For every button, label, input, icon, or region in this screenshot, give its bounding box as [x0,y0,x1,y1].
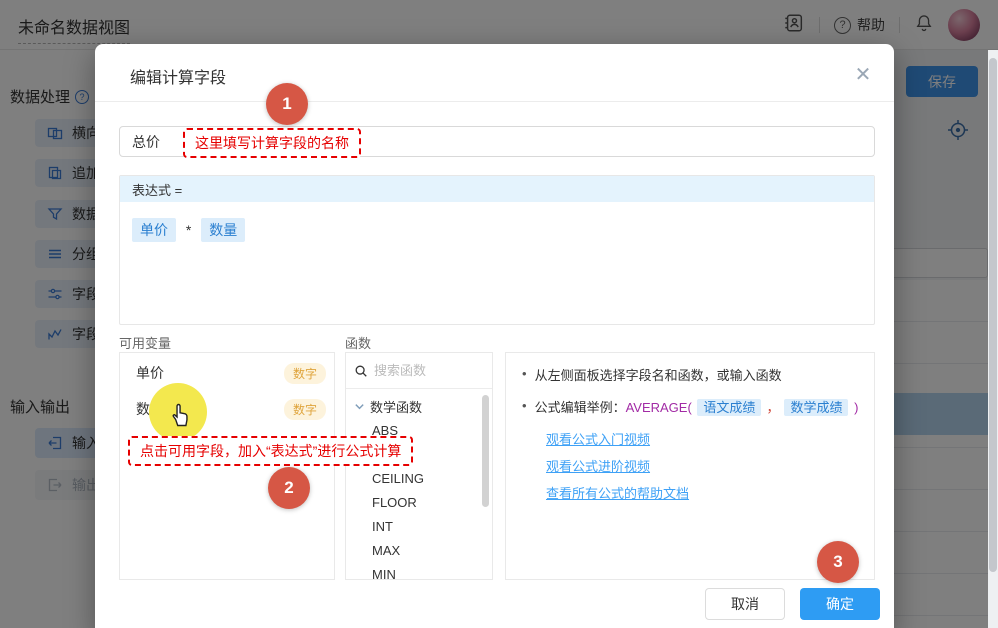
scrollbar-thumb[interactable] [989,58,997,572]
expression-operator: * [186,222,191,238]
step-annotation-1: 这里填写计算字段的名称 [183,128,361,158]
function-item-floor[interactable]: FLOOR [372,495,417,515]
page-scrollbar[interactable] [988,50,998,628]
expression-body[interactable]: 单价 * 数量 [120,202,874,258]
chevron-down-icon [354,401,365,412]
bullet-icon: • [522,397,527,415]
example-field-chip: 数学成绩 [784,399,848,416]
cancel-button[interactable]: 取消 [705,588,785,620]
type-badge: 数字 [284,399,326,420]
divider [95,101,894,102]
function-group-math[interactable]: 数学函数 [354,397,422,416]
step-badge-1: 1 [266,83,308,125]
help-panel: • 从左侧面板选择字段名和函数，或输入函数 • 公式编辑举例：AVERAGE( … [505,352,875,580]
step-annotation-2: 点击可用字段，加入“表达式”进行公式计算 [128,436,413,466]
example-function-name: AVERAGE( [626,400,692,415]
bullet-icon: • [522,365,527,383]
link-formula-docs[interactable]: 查看所有公式的帮助文档 [546,483,689,502]
edit-calculated-field-dialog: 编辑计算字段 ✕ 表达式 = 单价 * 数量 可用变量 单价 数字 数量 数字 [95,44,894,628]
expression-editor[interactable]: 表达式 = 单价 * 数量 [119,175,875,325]
variables-label: 可用变量 [119,333,171,352]
expression-token-unit-price[interactable]: 单价 [132,218,176,242]
dialog-title: 编辑计算字段 [130,64,226,88]
function-item-min[interactable]: MIN [372,567,396,587]
close-icon[interactable]: ✕ [847,58,879,90]
expression-label: 表达式 = [120,176,874,202]
functions-scrollbar-thumb[interactable] [482,395,489,507]
app-screen: 未命名数据视图 ? 帮助 [0,0,998,628]
link-advanced-video[interactable]: 观看公式进阶视频 [546,456,650,475]
function-item-ceiling[interactable]: CEILING [372,471,424,491]
hand-cursor-icon [167,401,195,429]
function-item-max[interactable]: MAX [372,543,400,563]
example-field-chip: 语文成绩 [697,399,761,416]
function-search[interactable] [346,353,492,389]
function-item-int[interactable]: INT [372,519,393,539]
step-badge-3: 3 [817,541,859,583]
click-highlight [149,383,207,441]
help-tip-2: 公式编辑举例：AVERAGE( 语文成绩，数学成绩 ) [535,397,859,416]
link-intro-video[interactable]: 观看公式入门视频 [546,429,650,448]
variable-row-unit-price[interactable]: 单价 数字 [136,363,326,383]
function-search-input[interactable] [374,363,464,378]
step-badge-2: 2 [268,467,310,509]
variable-name: 单价 [136,363,164,383]
functions-list: 数学函数 ABS CEILING FLOOR INT MAX MIN [345,352,493,580]
confirm-button[interactable]: 确定 [800,588,880,620]
expression-token-quantity[interactable]: 数量 [201,218,245,242]
search-icon [354,364,368,378]
type-badge: 数字 [284,363,326,384]
help-tip-1: 从左侧面板选择字段名和函数，或输入函数 [535,365,782,384]
variables-list: 单价 数字 数量 数字 [119,352,335,580]
functions-label: 函数 [345,333,371,352]
